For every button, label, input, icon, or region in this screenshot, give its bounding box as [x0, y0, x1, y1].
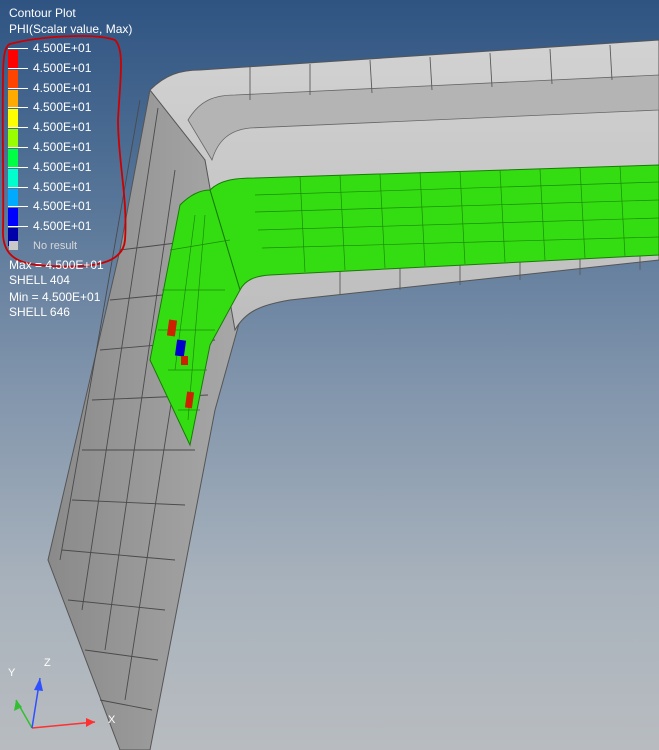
legend-tick [8, 206, 28, 208]
legend-value-label: 4.500E+01 [33, 140, 92, 154]
legend-swatch [8, 188, 18, 207]
z-axis-label: Z [44, 657, 51, 669]
no-result-label: No result [33, 240, 78, 252]
legend-swatch [8, 149, 18, 167]
max-value-label: Max = 4.500E+01 [9, 258, 104, 272]
legend-swatch [8, 109, 18, 128]
y-axis-label: Y [8, 667, 16, 679]
axis-triad [14, 677, 96, 729]
element-red-2[interactable] [181, 356, 188, 365]
x-axis-arrow [86, 718, 95, 727]
legend-swatch [8, 50, 18, 68]
legend-tick [8, 48, 28, 49]
z-axis-arrow [34, 678, 43, 691]
no-result-swatch [9, 241, 18, 250]
legend-subtitle: PHI(Scalar value, Max) [9, 22, 133, 36]
legend-tick [8, 67, 28, 69]
legend-tick [8, 226, 28, 228]
legend-tick [8, 166, 28, 168]
legend-value-label: 4.500E+01 [33, 159, 92, 174]
legend-tick [8, 87, 28, 89]
max-element-label: SHELL 404 [9, 273, 70, 287]
legend-value-label: 4.500E+01 [33, 41, 92, 55]
legend-tick [8, 127, 28, 129]
x-axis-label: X [108, 714, 116, 726]
legend-value-label: 4.500E+01 [33, 60, 92, 75]
legend-swatch [8, 69, 18, 88]
legend-value-label: 4.500E+01 [33, 100, 92, 115]
legend-tick [8, 107, 28, 109]
legend-tick [8, 147, 28, 148]
legend-value-label: 4.500E+01 [33, 80, 92, 95]
legend-value-label: 4.500E+01 [33, 219, 92, 234]
min-value-label: Min = 4.500E+01 [9, 290, 101, 304]
min-element-label: SHELL 646 [9, 305, 70, 319]
legend-swatch [8, 208, 18, 227]
x-axis-line [31, 721, 96, 729]
legend-swatch [8, 89, 18, 108]
legend-swatch [8, 129, 18, 148]
legend-swatch [8, 168, 18, 187]
legend-value-label: 4.500E+01 [33, 199, 92, 214]
legend-value-label: 4.500E+01 [33, 120, 92, 135]
legend-title: Contour Plot [9, 6, 76, 20]
legend-tick [8, 186, 28, 188]
legend-value-label: 4.500E+01 [33, 179, 92, 194]
